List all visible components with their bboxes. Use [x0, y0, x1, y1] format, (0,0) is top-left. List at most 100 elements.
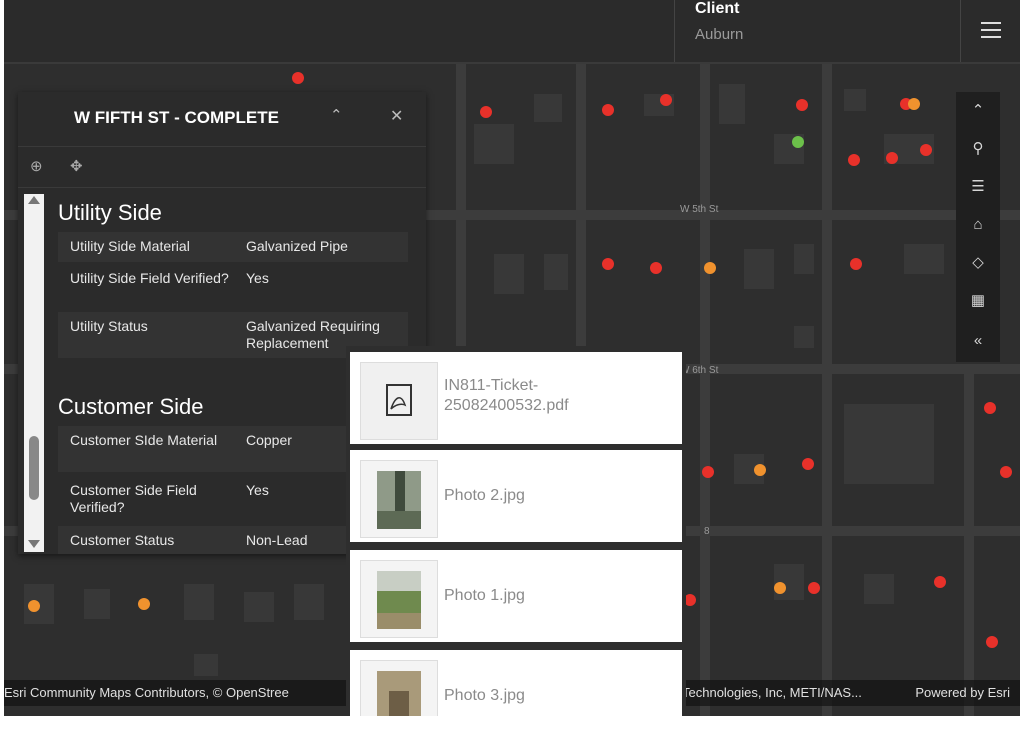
- pdf-file-icon: [360, 362, 438, 440]
- road: [822, 64, 832, 716]
- map-point[interactable]: [774, 582, 786, 594]
- building: [84, 589, 110, 619]
- collapse-up-icon[interactable]: ⌃: [956, 92, 1000, 128]
- map-point[interactable]: [920, 144, 932, 156]
- map-point[interactable]: [292, 72, 304, 84]
- map-point[interactable]: [848, 154, 860, 166]
- map-point[interactable]: [986, 636, 998, 648]
- map-point[interactable]: [702, 466, 714, 478]
- building: [534, 94, 562, 122]
- app-frame: Client Auburn W 5th St W 6th St 8 ⌃ ⚲ ☰ …: [4, 0, 1020, 716]
- map-point[interactable]: [602, 258, 614, 270]
- attachments-list: IN811-Ticket-25082400532.pdf Photo 2.jpg: [346, 346, 686, 716]
- road: [700, 64, 710, 716]
- map-point[interactable]: [850, 258, 862, 270]
- attribution-text[interactable]: Technologies, Inc, METI/NAS...: [682, 685, 862, 700]
- photo-thumbnail: [360, 660, 438, 716]
- map-point[interactable]: [908, 98, 920, 110]
- map-point[interactable]: [138, 598, 150, 610]
- map-toolbar: ⌃ ⚲ ☰ ⌂ ◇ ▦ «: [956, 92, 1000, 362]
- scroll-down-arrow-icon[interactable]: [28, 540, 40, 548]
- field-row: Utility Side Field Verified? Yes: [58, 264, 408, 310]
- top-header: Client Auburn: [4, 0, 1020, 64]
- street-label: W 5th St: [680, 204, 719, 215]
- powered-by-esri[interactable]: Powered by Esri: [915, 685, 1010, 700]
- map-point[interactable]: [28, 600, 40, 612]
- building: [294, 584, 324, 620]
- map-point[interactable]: [984, 402, 996, 414]
- building: [184, 584, 214, 620]
- scrollbar[interactable]: [24, 194, 44, 552]
- attachment-item[interactable]: IN811-Ticket-25082400532.pdf: [350, 352, 682, 444]
- home-icon[interactable]: ⌂: [956, 206, 1000, 242]
- building: [719, 84, 745, 124]
- scroll-thumb[interactable]: [29, 436, 39, 500]
- close-icon[interactable]: ✕: [390, 106, 403, 126]
- map-point[interactable]: [808, 582, 820, 594]
- building: [794, 244, 814, 274]
- scroll-up-arrow-icon[interactable]: [28, 196, 40, 204]
- popup-actions: ⊕ ✥: [18, 147, 426, 188]
- building: [904, 244, 944, 274]
- qr-code-icon[interactable]: ▦: [956, 282, 1000, 318]
- field-row: Utility Side Material Galvanized Pipe: [58, 232, 408, 262]
- building: [844, 404, 934, 484]
- legend-list-icon[interactable]: ☰: [956, 168, 1000, 204]
- attachment-item[interactable]: Photo 3.jpg: [350, 650, 682, 716]
- section-title: Customer Side: [58, 394, 204, 419]
- section-title: Utility Side: [58, 200, 162, 225]
- map-point[interactable]: [802, 458, 814, 470]
- map-point[interactable]: [602, 104, 614, 116]
- building: [744, 249, 774, 289]
- map-point[interactable]: [650, 262, 662, 274]
- building: [494, 254, 524, 294]
- layers-icon[interactable]: ◇: [956, 244, 1000, 280]
- building: [544, 254, 568, 290]
- attribution-text[interactable]: Esri Community Maps Contributors, © Open…: [4, 685, 289, 700]
- hamburger-menu-icon[interactable]: [960, 0, 1020, 62]
- map-point[interactable]: [480, 106, 492, 118]
- zoom-to-icon[interactable]: ⊕: [30, 157, 43, 175]
- client-name: Auburn: [695, 26, 744, 43]
- map-point[interactable]: [704, 262, 716, 274]
- building: [474, 124, 514, 164]
- field-label: Utility Status: [70, 318, 148, 334]
- attachment-name[interactable]: Photo 1.jpg: [444, 586, 525, 606]
- map-point[interactable]: [792, 136, 804, 148]
- building: [844, 89, 866, 111]
- field-value: Galvanized Pipe: [246, 238, 348, 254]
- attachment-item[interactable]: Photo 2.jpg: [350, 450, 682, 542]
- expand-left-icon[interactable]: «: [956, 322, 1000, 358]
- pan-move-icon[interactable]: ✥: [70, 157, 83, 175]
- map-point[interactable]: [934, 576, 946, 588]
- field-label: Customer SIde Material: [70, 432, 218, 448]
- building: [864, 574, 894, 604]
- map-point[interactable]: [1000, 466, 1012, 478]
- attachment-name[interactable]: Photo 3.jpg: [444, 686, 525, 706]
- field-label: Customer Status: [70, 532, 175, 548]
- field-label: Utility Side Field Verified?: [70, 270, 229, 286]
- search-icon[interactable]: ⚲: [956, 130, 1000, 166]
- client-title: Client: [695, 0, 740, 17]
- field-label: Customer Side Field Verified?: [70, 482, 197, 515]
- building: [194, 654, 218, 676]
- building: [244, 592, 274, 622]
- popup-header: W FIFTH ST - COMPLETE ⌃ ✕: [18, 92, 426, 147]
- attachment-item[interactable]: Photo 1.jpg: [350, 550, 682, 642]
- attachment-name[interactable]: IN811-Ticket-25082400532.pdf: [444, 376, 594, 416]
- map-point[interactable]: [796, 99, 808, 111]
- map-point[interactable]: [754, 464, 766, 476]
- photo-thumbnail: [360, 560, 438, 638]
- chevron-up-icon[interactable]: ⌃: [330, 106, 343, 124]
- building: [794, 326, 814, 348]
- field-value: Yes: [246, 270, 269, 286]
- road: [964, 364, 974, 716]
- field-label: Utility Side Material: [70, 238, 190, 254]
- popup-title: W FIFTH ST - COMPLETE: [74, 108, 279, 127]
- attachment-name[interactable]: Photo 2.jpg: [444, 486, 525, 506]
- photo-thumbnail: [360, 460, 438, 538]
- map-point[interactable]: [886, 152, 898, 164]
- client-info: Client Auburn: [674, 0, 961, 62]
- map-point[interactable]: [660, 94, 672, 106]
- street-label: 8: [704, 526, 710, 537]
